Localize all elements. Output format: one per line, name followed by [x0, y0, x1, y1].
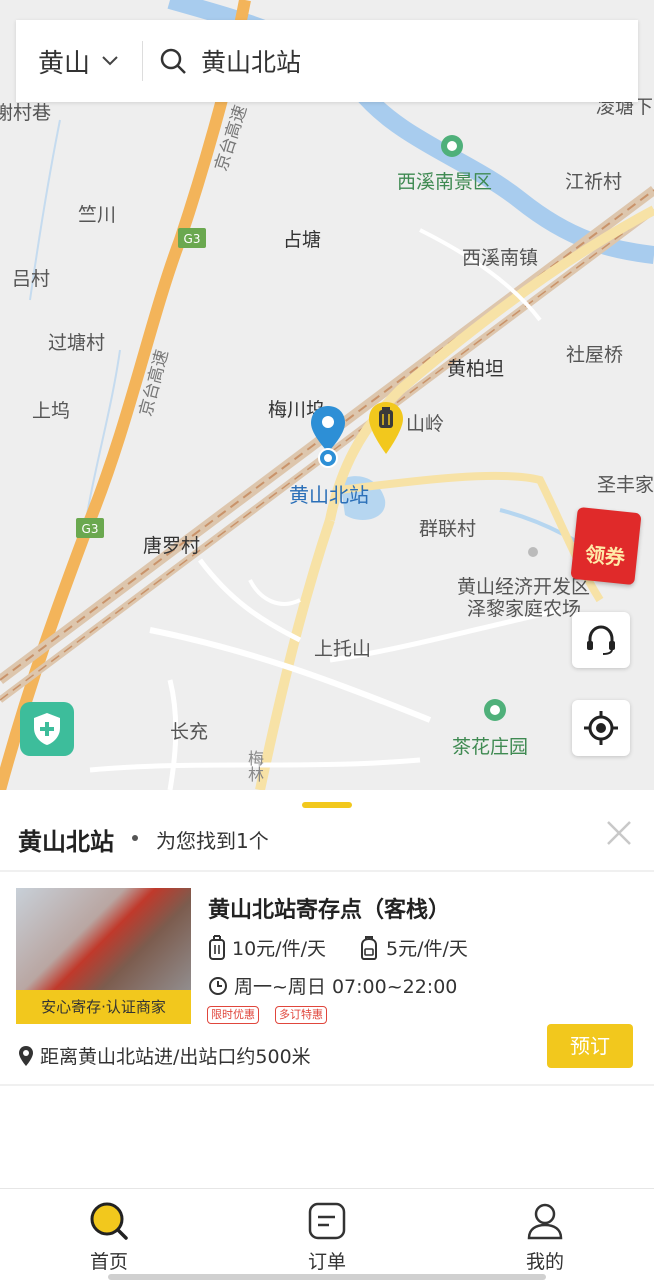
map-label-shangtuoshan: 上托山	[314, 638, 372, 660]
chevron-down-icon	[102, 56, 118, 66]
map-label-shanling: 山岭	[406, 413, 445, 435]
headset-icon	[587, 625, 615, 655]
list-end-divider	[0, 1084, 654, 1086]
map-label-shengfeng: 圣丰家	[597, 474, 654, 496]
map-label-changchong: 长充	[170, 721, 209, 743]
g3-shield-text-a: G3	[184, 232, 201, 246]
hours-row: 周一~周日 07:00~22:00	[208, 972, 457, 999]
map-label-meilin: 梅林	[245, 750, 264, 782]
map-label-shewuqiao: 社屋桥	[566, 344, 624, 366]
map-label-xiecunxiang: 谢村巷	[0, 102, 52, 124]
tag-multi-order-offer: 多订特惠	[275, 1006, 327, 1024]
result-count: 为您找到1个	[156, 829, 269, 853]
search-icon[interactable]	[159, 47, 187, 75]
map-label-qunliancun: 群联村	[419, 518, 477, 540]
customer-service-button[interactable]	[572, 612, 630, 668]
distance-row: 距离黄山北站进/出站口约500米	[18, 1042, 311, 1069]
luggage-pin-icon[interactable]	[366, 400, 406, 458]
book-button[interactable]: 预订	[547, 1024, 633, 1068]
sheet-title-dot	[132, 835, 138, 841]
map-label-chahua: 茶花庄园	[452, 736, 529, 758]
search-divider	[142, 41, 143, 81]
map-label-zhuchuan: 竺川	[78, 204, 117, 226]
map-base-layer: G3 G3	[0, 0, 654, 792]
store-card[interactable]: 安心寄存·认证商家 黄山北站寄存点（客栈） 10元/件/天 5元/件/天 周一~…	[0, 872, 654, 1084]
g3-shield-text-b: G3	[82, 522, 99, 536]
map-label-tangluocun: 唐罗村	[143, 535, 201, 557]
coupon-label: 领券	[583, 541, 627, 570]
tag-limited-offer: 限时优惠	[207, 1006, 259, 1024]
search-input[interactable]: 黄山北站	[201, 43, 301, 79]
locate-button[interactable]	[572, 700, 630, 756]
map-label-huangbaitan: 黄柏坦	[447, 358, 505, 380]
map-view[interactable]: G3 G3 京台高速 京台高速 谢村巷 凌塘下 西溪南景区 江祈村 竺川 占塘 …	[0, 0, 654, 800]
safety-shield-button[interactable]	[20, 702, 74, 756]
price-large: 10元/件/天	[232, 938, 326, 960]
home-indicator	[108, 1274, 546, 1280]
backpack-icon	[361, 935, 377, 960]
crosshair-icon	[584, 711, 618, 745]
map-label-zeli-farm: 泽黎家庭农场	[467, 598, 582, 620]
map-pin-icon	[19, 1045, 33, 1066]
sheet-title: 黄山北站	[18, 828, 114, 856]
certified-badge: 安心寄存·认证商家	[16, 990, 191, 1024]
price-small: 5元/件/天	[386, 938, 468, 960]
store-photo: 安心寄存·认证商家	[16, 888, 191, 1024]
tab-home-label: 首页	[89, 1251, 128, 1273]
close-icon[interactable]	[604, 818, 634, 848]
map-label-lvcun: 吕村	[12, 268, 51, 290]
order-icon	[308, 1202, 346, 1240]
city-selector[interactable]: 黄山	[16, 41, 142, 81]
coupon-button[interactable]: 领券	[570, 506, 642, 586]
bottom-tab-bar: 首页 订单 我的	[0, 1188, 654, 1281]
map-label-guotangcun: 过塘村	[48, 332, 106, 354]
store-name: 黄山北站寄存点（客栈）	[208, 898, 451, 923]
tab-profile[interactable]: 我的	[485, 1189, 605, 1281]
map-label-xixinan-town: 西溪南镇	[462, 247, 539, 269]
results-sheet: 黄山北站 为您找到1个 安心寄存·认证商家 黄山北站寄存点（客栈） 10元/件/…	[0, 790, 654, 1190]
sheet-drag-handle[interactable]	[302, 802, 352, 808]
suitcase-icon	[209, 934, 225, 960]
city-name: 黄山	[38, 48, 91, 79]
map-label-xixinan-scenic: 西溪南景区	[397, 171, 493, 193]
clock-icon	[209, 976, 227, 995]
price-small-row: 5元/件/天	[358, 934, 468, 961]
shield-plus-icon	[34, 713, 60, 745]
map-label-station[interactable]: 黄山北站	[289, 479, 369, 508]
location-pin-icon[interactable]	[308, 404, 348, 470]
search-bar: 黄山 黄山北站	[16, 20, 638, 102]
tab-orders[interactable]: 订单	[267, 1189, 387, 1281]
price-large-row: 10元/件/天	[208, 934, 326, 961]
map-label-shangwu: 上坞	[32, 400, 71, 422]
profile-icon	[527, 1203, 563, 1240]
tab-orders-label: 订单	[307, 1251, 346, 1273]
tab-profile-label: 我的	[525, 1251, 564, 1273]
distance-text: 距离黄山北站进/出站口约500米	[40, 1046, 311, 1068]
tab-home[interactable]: 首页	[49, 1189, 169, 1281]
map-label-zhantang: 占塘	[283, 229, 322, 251]
search-icon	[90, 1202, 128, 1240]
map-label-jiangqicun: 江祈村	[565, 171, 623, 193]
opening-hours: 周一~周日 07:00~22:00	[234, 976, 458, 998]
